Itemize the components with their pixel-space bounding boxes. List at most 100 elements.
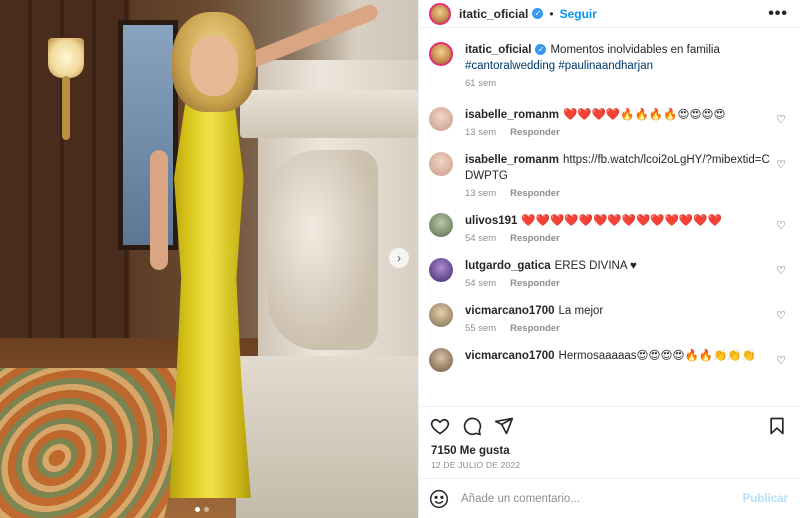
reply-button[interactable]: Responder	[510, 323, 560, 334]
post-modal: › itatic_oficial ✓ • Seguir ••• itatic_o…	[0, 0, 800, 518]
comment-input[interactable]	[461, 492, 743, 505]
comment-icon[interactable]	[461, 415, 483, 437]
verified-icon: ✓	[535, 44, 547, 56]
caption-body: itatic_oficial ✓ Momentos inolvidables en …	[465, 42, 788, 89]
comment-time[interactable]: 13 sem	[465, 188, 496, 199]
photo-pillar-top	[240, 90, 418, 138]
comment-username[interactable]: vicmarcano1700	[465, 305, 555, 317]
post-header: itatic_oficial ✓ • Seguir •••	[419, 0, 800, 28]
comment-username[interactable]: lutgardo_gatica	[465, 260, 551, 272]
caption-text: itatic_oficial ✓ Momentos inolvidables en …	[465, 42, 770, 74]
heart-icon[interactable]: ♡	[776, 158, 786, 171]
comment-body: vicmarcano1700 La mejor 55 sem Responder	[465, 303, 788, 334]
comment-text: isabelle_romanm ❤️❤️❤️❤️🔥🔥🔥🔥😍😍😍😍	[465, 107, 770, 123]
comment-row: isabelle_romanm https://fb.watch/lcoi2oLg…	[429, 152, 788, 199]
comment-row: vicmarcano1700 Hermosaaaaas😍😍😍😍🔥🔥👏👏👏 ♡	[429, 348, 788, 372]
carousel-dot	[204, 507, 209, 512]
comment-text: vicmarcano1700 Hermosaaaaas😍😍😍😍🔥🔥👏👏👏	[465, 348, 770, 364]
avatar[interactable]	[429, 348, 453, 372]
header-username[interactable]: itatic_oficial	[459, 7, 528, 21]
photo-pillar-carving	[268, 150, 378, 350]
heart-icon[interactable]	[429, 415, 451, 437]
comment-time[interactable]: 55 sem	[465, 323, 496, 334]
carousel-dot-active	[195, 507, 200, 512]
comment-username[interactable]: isabelle_romanm	[465, 154, 559, 166]
comment-row: ulivos191 ❤️❤️❤️❤️❤️❤️❤️❤️❤️❤️❤️❤️❤️❤️ 54…	[429, 213, 788, 244]
comment-body: vicmarcano1700 Hermosaaaaas😍😍😍😍🔥🔥👏👏👏	[465, 348, 788, 364]
caption: itatic_oficial ✓ Momentos inolvidables en …	[429, 42, 788, 89]
heart-icon[interactable]: ♡	[776, 309, 786, 322]
reply-button[interactable]: Responder	[510, 278, 560, 289]
comment-row: isabelle_romanm ❤️❤️❤️❤️🔥🔥🔥🔥😍😍😍😍 13 sem Re…	[429, 107, 788, 138]
publish-button[interactable]: Publicar	[743, 493, 788, 505]
follow-button[interactable]: Seguir	[560, 7, 597, 21]
comment-row: vicmarcano1700 La mejor 55 sem Responder ♡	[429, 303, 788, 334]
reply-button[interactable]: Responder	[510, 233, 560, 244]
next-photo-button[interactable]: ›	[389, 248, 409, 268]
heart-icon[interactable]: ♡	[776, 113, 786, 126]
avatar[interactable]	[429, 152, 453, 176]
action-bar	[419, 407, 800, 445]
avatar[interactable]	[429, 258, 453, 282]
heart-icon[interactable]: ♡	[776, 219, 786, 232]
post-photo[interactable]: ›	[0, 0, 418, 518]
caption-meta: 61 sem	[465, 78, 770, 89]
comment-text: vicmarcano1700 La mejor	[465, 303, 770, 319]
comment-time[interactable]: 13 sem	[465, 127, 496, 138]
comment-time[interactable]: 54 sem	[465, 233, 496, 244]
comment-body: isabelle_romanm ❤️❤️❤️❤️🔥🔥🔥🔥😍😍😍😍 13 sem Re…	[465, 107, 788, 138]
comment-time[interactable]: 54 sem	[465, 278, 496, 289]
post-date[interactable]: 12 DE JULIO DE 2022	[419, 457, 800, 478]
comment-body: lutgardo_gatica ERES DIVINA ♥ 54 sem Respo…	[465, 258, 788, 289]
separator-dot: •	[549, 6, 554, 21]
comment-message: Hermosaaaaas😍😍😍😍🔥🔥👏👏👏	[558, 350, 757, 362]
comment-text: isabelle_romanm https://fb.watch/lcoi2oLg…	[465, 152, 770, 184]
comment-row: lutgardo_gatica ERES DIVINA ♥ 54 sem Respo…	[429, 258, 788, 289]
comment-meta: 54 sem Responder	[465, 233, 770, 244]
photo-woman-face	[190, 36, 238, 96]
comment-message: ERES DIVINA ♥	[554, 260, 637, 272]
avatar[interactable]	[429, 107, 453, 131]
caption-time[interactable]: 61 sem	[465, 78, 496, 89]
emoji-icon[interactable]	[429, 489, 449, 509]
comment-username[interactable]: ulivos191	[465, 215, 517, 227]
avatar[interactable]	[429, 303, 453, 327]
photo-rug	[0, 368, 196, 518]
avatar[interactable]	[429, 213, 453, 237]
comment-text: ulivos191 ❤️❤️❤️❤️❤️❤️❤️❤️❤️❤️❤️❤️❤️❤️	[465, 213, 770, 229]
comment-username[interactable]: isabelle_romanm	[465, 109, 559, 121]
comment-meta: 55 sem Responder	[465, 323, 770, 334]
share-icon[interactable]	[493, 415, 515, 437]
photo-woman-arm-left	[150, 150, 168, 270]
post-panel: itatic_oficial ✓ • Seguir ••• itatic_ofi…	[418, 0, 800, 518]
photo-lamp	[48, 38, 84, 78]
comment-meta: 13 sem Responder	[465, 188, 770, 199]
heart-icon[interactable]: ♡	[776, 264, 786, 277]
caption-username[interactable]: itatic_oficial	[465, 44, 531, 56]
comment-meta: 13 sem Responder	[465, 127, 770, 138]
reply-button[interactable]: Responder	[510, 127, 560, 138]
comment-message: ❤️❤️❤️❤️🔥🔥🔥🔥😍😍😍😍	[562, 109, 726, 121]
bookmark-icon[interactable]	[766, 415, 788, 437]
comment-body: isabelle_romanm https://fb.watch/lcoi2oLg…	[465, 152, 788, 199]
likes-count[interactable]: 7150 Me gusta	[419, 445, 800, 457]
comment-message: La mejor	[558, 305, 604, 317]
comment-body: ulivos191 ❤️❤️❤️❤️❤️❤️❤️❤️❤️❤️❤️❤️❤️❤️ 54…	[465, 213, 788, 244]
chevron-right-icon: ›	[397, 251, 401, 265]
photo-lamp-arm	[62, 76, 70, 140]
verified-icon: ✓	[532, 8, 544, 19]
caption-hashtags[interactable]: #cantoralwedding #paulinaandharjan	[465, 60, 653, 72]
add-comment-bar: Publicar	[419, 478, 800, 518]
carousel-dots	[195, 507, 209, 512]
comment-meta: 54 sem Responder	[465, 278, 770, 289]
comments-list[interactable]: itatic_oficial ✓ Momentos inolvidables en …	[419, 28, 800, 407]
avatar[interactable]	[429, 42, 453, 66]
heart-icon[interactable]: ♡	[776, 354, 786, 367]
comment-message: ❤️❤️❤️❤️❤️❤️❤️❤️❤️❤️❤️❤️❤️❤️	[521, 215, 722, 227]
comment-username[interactable]: vicmarcano1700	[465, 350, 555, 362]
comment-text: lutgardo_gatica ERES DIVINA ♥	[465, 258, 770, 274]
caption-message: Momentos inolvidables en familia	[550, 44, 720, 56]
avatar[interactable]	[429, 2, 451, 25]
reply-button[interactable]: Responder	[510, 188, 560, 199]
more-icon[interactable]: •••	[768, 5, 788, 23]
